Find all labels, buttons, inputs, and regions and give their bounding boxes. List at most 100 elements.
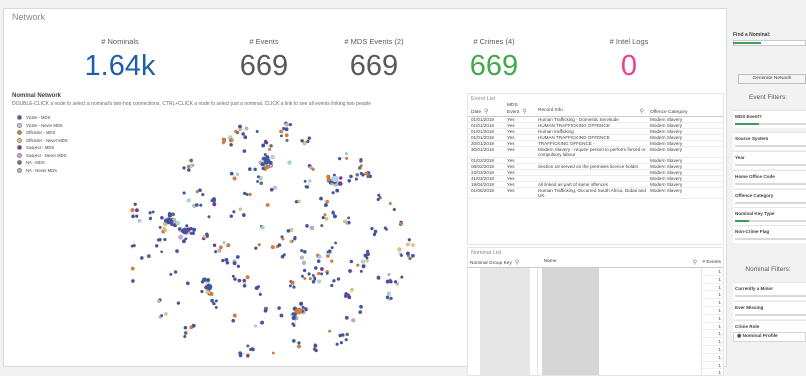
network-node[interactable] xyxy=(290,228,294,232)
network-node[interactable] xyxy=(293,324,296,327)
network-node[interactable] xyxy=(289,123,292,126)
network-node[interactable] xyxy=(318,255,321,258)
network-node[interactable] xyxy=(296,308,302,314)
network-node[interactable] xyxy=(389,202,392,205)
network-node[interactable] xyxy=(245,127,248,130)
network-node[interactable] xyxy=(135,215,138,218)
network-node[interactable] xyxy=(281,255,284,258)
network-node[interactable] xyxy=(320,267,324,271)
network-node[interactable] xyxy=(264,158,270,164)
network-node[interactable] xyxy=(370,227,373,230)
network-node[interactable] xyxy=(366,250,369,253)
network-node[interactable] xyxy=(233,314,237,318)
network-node[interactable] xyxy=(269,144,272,147)
network-node[interactable] xyxy=(246,355,249,358)
network-node[interactable] xyxy=(361,173,364,176)
network-node[interactable] xyxy=(309,166,312,169)
network-node[interactable] xyxy=(308,179,311,182)
network-node[interactable] xyxy=(133,244,136,247)
network-node[interactable] xyxy=(174,270,177,273)
network-node[interactable] xyxy=(189,159,193,163)
network-node[interactable] xyxy=(248,193,251,196)
column-header-record-info[interactable]: Record Info⚲ xyxy=(535,108,647,115)
network-node[interactable] xyxy=(332,191,335,194)
network-node[interactable] xyxy=(305,224,308,227)
network-node[interactable] xyxy=(359,305,363,309)
network-node[interactable] xyxy=(257,175,260,178)
network-node[interactable] xyxy=(347,217,350,220)
network-node[interactable] xyxy=(320,273,323,276)
network-node[interactable] xyxy=(332,211,335,214)
network-node[interactable] xyxy=(317,259,320,262)
network-node[interactable] xyxy=(367,175,370,178)
network-node[interactable] xyxy=(223,241,226,244)
network-node[interactable] xyxy=(345,338,348,341)
network-node[interactable] xyxy=(203,235,206,238)
network-node[interactable] xyxy=(206,284,212,290)
network-node[interactable] xyxy=(184,238,187,241)
network-node[interactable] xyxy=(163,238,166,241)
network-node[interactable] xyxy=(346,333,349,336)
network-node[interactable] xyxy=(239,354,242,357)
filter-year[interactable]: Year xyxy=(733,151,806,169)
network-node[interactable] xyxy=(229,139,233,143)
network-node[interactable] xyxy=(325,217,328,220)
network-node[interactable] xyxy=(330,260,333,263)
network-node[interactable] xyxy=(131,279,134,282)
network-node[interactable] xyxy=(237,265,240,268)
network-node[interactable] xyxy=(256,180,259,183)
network-node[interactable] xyxy=(351,318,355,322)
filter-ever-missing[interactable]: Ever Missing xyxy=(733,301,806,319)
network-node[interactable] xyxy=(222,138,226,142)
network-node[interactable] xyxy=(333,215,337,219)
network-node[interactable] xyxy=(272,352,275,355)
kpi-mds-events[interactable]: # MDS Events (2) 669 xyxy=(304,37,444,81)
filter-nominal-key-type[interactable]: Nominal Key Type xyxy=(733,207,806,225)
network-node[interactable] xyxy=(356,264,359,267)
network-node[interactable] xyxy=(362,265,366,269)
network-node[interactable] xyxy=(279,130,282,133)
network-node[interactable] xyxy=(261,226,265,230)
network-node[interactable] xyxy=(344,294,348,298)
filter-mds-event[interactable]: MDS Event? xyxy=(733,110,806,128)
network-node[interactable] xyxy=(264,309,268,313)
network-node[interactable] xyxy=(171,213,175,217)
search-icon[interactable]: ⚲ xyxy=(484,109,488,115)
network-node[interactable] xyxy=(351,288,354,291)
network-node[interactable] xyxy=(293,286,296,289)
network-node[interactable] xyxy=(291,281,295,285)
network-node[interactable] xyxy=(186,282,190,286)
network-node[interactable] xyxy=(192,324,196,328)
network-node[interactable] xyxy=(393,208,396,211)
kpi-nominals[interactable]: # Nominals 1.64k xyxy=(50,37,190,81)
network-node[interactable] xyxy=(266,203,270,207)
network-node[interactable] xyxy=(343,220,346,223)
network-node[interactable] xyxy=(319,197,323,201)
network-node[interactable] xyxy=(134,203,137,206)
network-node[interactable] xyxy=(304,180,307,183)
network-node[interactable] xyxy=(238,279,242,283)
network-node[interactable] xyxy=(270,188,274,192)
network-node[interactable] xyxy=(230,215,233,218)
network-node[interactable] xyxy=(233,261,237,265)
network-node[interactable] xyxy=(215,300,218,303)
network-node[interactable] xyxy=(386,280,390,284)
network-node[interactable] xyxy=(377,198,380,201)
network-node[interactable] xyxy=(300,256,304,260)
network-node[interactable] xyxy=(364,254,368,258)
network-node[interactable] xyxy=(348,179,351,182)
network-node[interactable] xyxy=(400,276,403,279)
network-node[interactable] xyxy=(185,224,188,227)
network-node[interactable] xyxy=(286,139,289,142)
network-node[interactable] xyxy=(243,192,246,195)
network-node[interactable] xyxy=(320,224,323,227)
network-node[interactable] xyxy=(147,254,151,258)
network-node[interactable] xyxy=(221,259,224,262)
network-node[interactable] xyxy=(131,208,135,212)
network-node[interactable] xyxy=(326,272,329,275)
network-node[interactable] xyxy=(324,213,327,216)
network-node[interactable] xyxy=(388,273,391,276)
network-node[interactable] xyxy=(175,221,179,225)
network-node[interactable] xyxy=(254,168,257,171)
network-node[interactable] xyxy=(314,266,317,269)
